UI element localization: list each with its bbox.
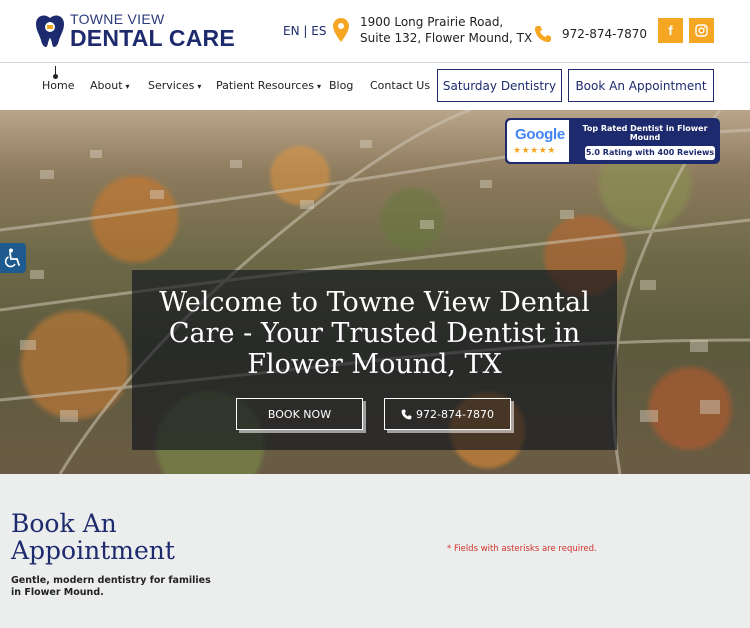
chevron-down-icon: ▾ [316, 82, 321, 91]
site-logo[interactable]: TOWNE VIEW DENTAL CARE [34, 12, 235, 50]
hero-heading: Welcome to Towne View Dental Care - Your… [159, 287, 590, 380]
logo-line-1: TOWNE VIEW [70, 11, 165, 27]
review-title: Top Rated Dentist in Flower Mound [582, 124, 708, 142]
accessibility-button[interactable] [0, 243, 26, 273]
chevron-down-icon: ▾ [125, 82, 130, 91]
phone-icon [401, 409, 412, 419]
book-section-subtitle: Gentle, modern dentistry for families in… [11, 575, 211, 598]
map-pin-icon [333, 18, 349, 42]
nav-item-about[interactable]: About ▾ [90, 79, 130, 92]
google-review-badge[interactable]: Google ★★★★★ Top Rated Dentist in Flower… [505, 118, 720, 164]
nav-item-home[interactable]: Home [42, 79, 74, 92]
facebook-button[interactable]: f [658, 18, 683, 43]
active-nav-indicator [53, 66, 58, 79]
instagram-button[interactable] [689, 18, 714, 43]
lang-es-link[interactable]: ES [311, 24, 326, 38]
nav-item-services-label: Services [148, 79, 195, 92]
address-line-1: 1900 Long Prairie Road, [360, 15, 504, 29]
book-appointment-section: Book An Appointment Gentle, modern denti… [0, 474, 750, 628]
address-line-2: Suite 132, Flower Mound, TX [360, 31, 533, 45]
wheelchair-icon [4, 248, 20, 268]
instagram-icon [695, 24, 708, 37]
chevron-down-icon: ▾ [197, 82, 202, 91]
saturday-dentistry-button[interactable]: Saturday Dentistry [437, 69, 562, 102]
logo-line-2: DENTAL CARE [70, 25, 235, 51]
google-logo-text: Google [515, 126, 565, 143]
header-phone-link[interactable]: 972-874-7870 [562, 27, 647, 41]
nav-item-about-label: About [90, 79, 123, 92]
hero-call-button[interactable]: 972-874-7870 [384, 398, 511, 430]
nav-item-patient-resources[interactable]: Patient Resources ▾ [216, 79, 321, 92]
office-address[interactable]: 1900 Long Prairie Road, Suite 132, Flowe… [360, 14, 532, 46]
lang-separator: | [303, 24, 308, 38]
hero-call-label: 972-874-7870 [416, 407, 494, 421]
rating-stars: ★★★★★ [513, 146, 556, 156]
language-switcher: EN | ES [283, 24, 326, 38]
hero-overlay-panel: Welcome to Towne View Dental Care - Your… [132, 270, 617, 450]
nav-item-services[interactable]: Services ▾ [148, 79, 201, 92]
phone-icon [535, 26, 551, 42]
nav-item-patient-resources-label: Patient Resources [216, 79, 314, 92]
book-section-title: Book An Appointment [11, 509, 175, 565]
hero-book-now-button[interactable]: BOOK NOW [236, 398, 363, 430]
tooth-logo-icon [36, 15, 64, 47]
book-appointment-nav-button[interactable]: Book An Appointment [568, 69, 714, 102]
site-header: TOWNE VIEW DENTAL CARE EN | ES 1900 Long… [0, 0, 750, 62]
facebook-icon: f [668, 23, 673, 38]
review-rating: 5.0 Rating with 400 Reviews [585, 146, 715, 160]
lang-en-link[interactable]: EN [283, 24, 300, 38]
nav-item-blog[interactable]: Blog [329, 79, 353, 92]
google-badge-left: Google ★★★★★ [507, 120, 569, 162]
nav-item-contact[interactable]: Contact Us [370, 79, 430, 92]
required-fields-note: * Fields with asterisks are required. [447, 544, 597, 554]
